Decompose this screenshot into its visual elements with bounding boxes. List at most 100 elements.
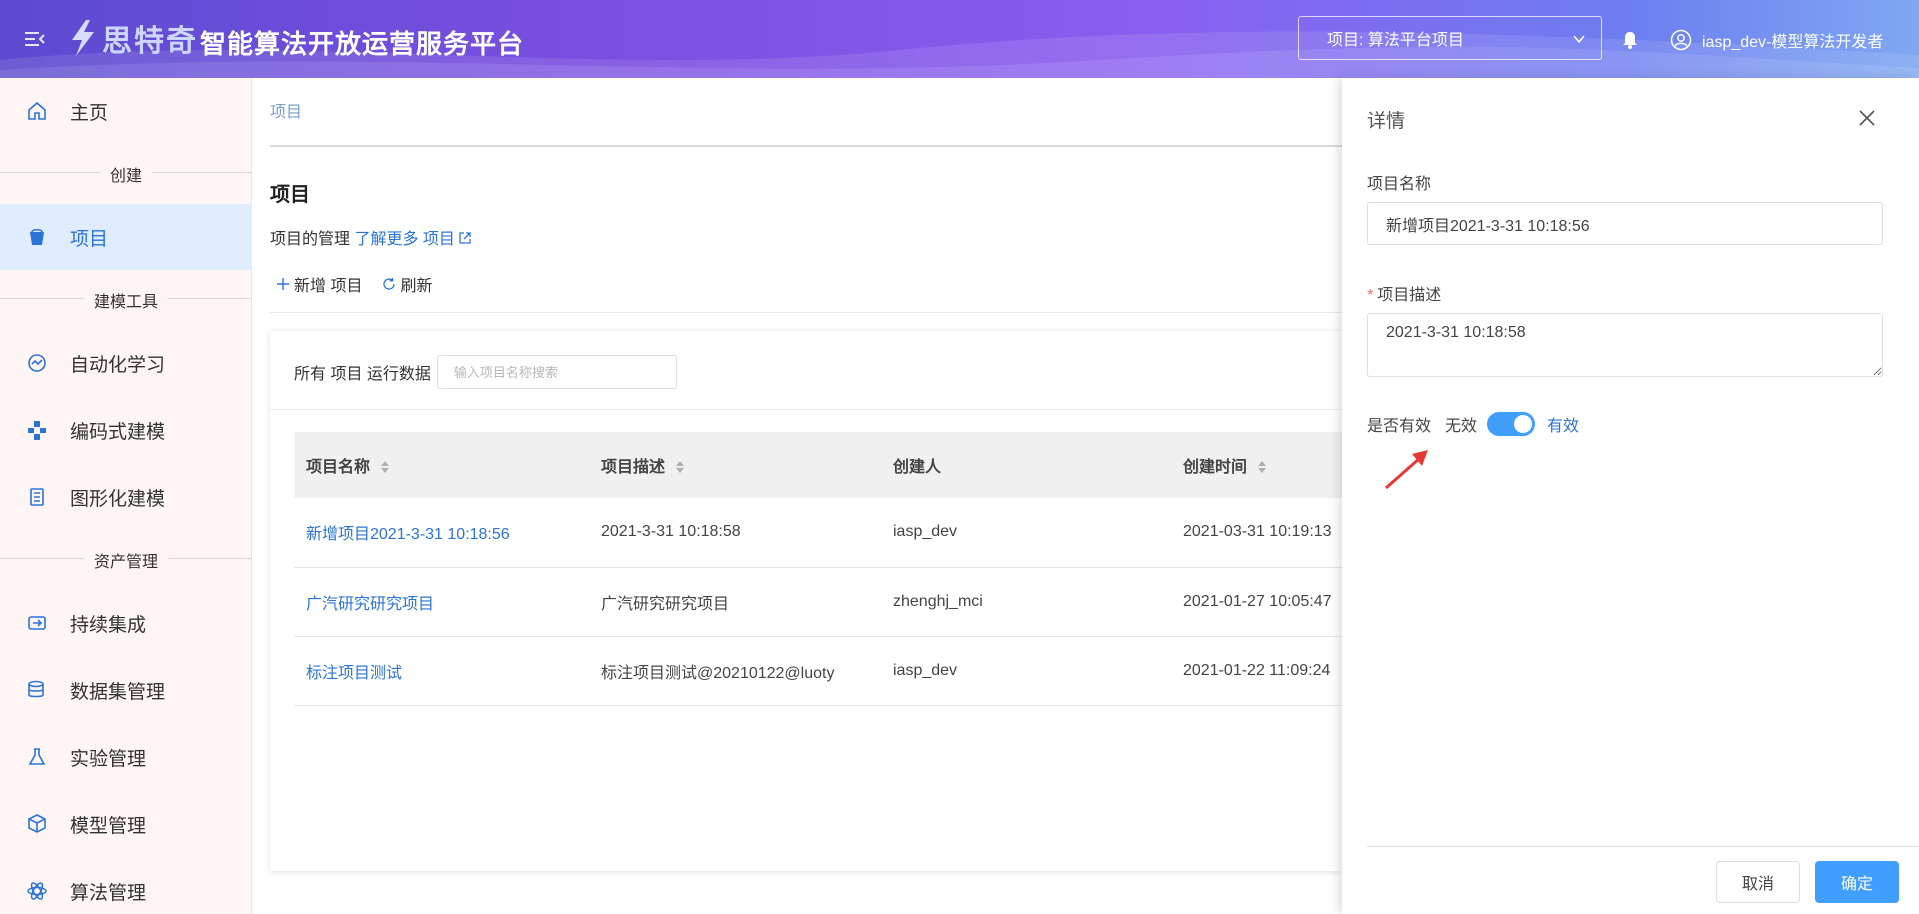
bucket-icon <box>30 228 44 245</box>
column-header-time[interactable]: 创建时间 <box>1171 432 1342 498</box>
atom-icon <box>27 882 47 900</box>
cancel-button[interactable]: 取消 <box>1716 861 1800 903</box>
confirm-button[interactable]: 确定 <box>1815 861 1899 903</box>
drawer-title: 详情 <box>1367 111 1406 132</box>
table-header-row: 项目名称 项目描述 创建人 创建时间 <box>294 432 1342 498</box>
home-icon <box>28 101 46 120</box>
lightning-logo-icon <box>72 20 94 56</box>
automl-icon <box>28 354 46 372</box>
database-icon <box>28 680 44 698</box>
learn-more-link[interactable]: 了解更多 项目 <box>354 231 471 248</box>
search-input[interactable] <box>436 355 677 389</box>
sidebar-item-label: 自动化学习 <box>70 354 166 376</box>
project-select-value: 项目: 算法平台项目 <box>1327 32 1464 49</box>
top-header: 思特奇 智能算法开放运营服务平台 项目: 算法平台项目 iasp_dev-模型算… <box>0 0 1919 78</box>
project-desc-cell: 标注项目测试@20210122@luoty <box>601 664 835 682</box>
valid-switch-row: 是否有效 无效 有效 <box>1367 412 1579 436</box>
platform-title: 智能算法开放运营服务平台 <box>200 29 525 59</box>
flask-icon <box>28 748 46 765</box>
sidebar-item-experiment[interactable]: 实验管理 <box>0 724 252 790</box>
user-menu[interactable]: iasp_dev-模型算法开发者 <box>1670 28 1883 52</box>
page-description-text: 项目的管理 <box>270 231 351 248</box>
project-table-card: 所有 项目 运行数据 项目名称 项目描述 创建人 创建时间 新增项目2021-3… <box>270 331 1342 871</box>
code-modeling-icon <box>28 421 46 440</box>
chevron-down-icon <box>1573 35 1585 44</box>
sidebar-item-label: 主页 <box>70 102 109 124</box>
sidebar: 主页 创建 项目 建模工具 自动化学习 编码式建模 图形化建模 资产管理 持续集… <box>0 78 252 914</box>
sort-icon <box>1258 461 1267 473</box>
sort-icon <box>676 461 685 473</box>
sidebar-item-label: 项目 <box>70 228 109 250</box>
close-icon[interactable] <box>1857 108 1877 128</box>
card-divider <box>270 409 1342 410</box>
required-mark: * <box>1367 287 1374 304</box>
sidebar-item-project[interactable]: 项目 <box>0 204 252 270</box>
document-icon <box>30 488 44 506</box>
section-label-create: 创建 <box>0 162 252 185</box>
page-title: 项目 <box>270 184 310 206</box>
valid-toggle-switch[interactable] <box>1487 412 1536 436</box>
sidebar-item-graph-modeling[interactable]: 图形化建模 <box>0 464 252 530</box>
project-name-label: 项目名称 <box>1367 176 1432 193</box>
external-link-icon <box>459 232 471 244</box>
bell-icon[interactable] <box>1620 30 1640 50</box>
sidebar-item-automl[interactable]: 自动化学习 <box>0 330 252 396</box>
section-label-assets: 资产管理 <box>0 548 252 571</box>
annotation-arrow-icon <box>1385 450 1428 490</box>
project-table: 项目名称 项目描述 创建人 创建时间 新增项目2021-3-31 10:18:5… <box>294 432 1342 706</box>
project-desc-label: * 项目描述 <box>1367 287 1442 304</box>
add-project-button[interactable]: 新增 项目 <box>276 272 362 296</box>
sidebar-item-label: 实验管理 <box>70 748 147 770</box>
project-desc-textarea[interactable]: 2021-3-31 10:18:58 <box>1367 313 1883 377</box>
project-name-link[interactable]: 新增项目2021-3-31 10:18:56 <box>294 498 589 567</box>
brand-logo: 思特奇 <box>66 16 198 60</box>
switch-knob <box>1514 415 1533 433</box>
project-time-cell: 2021-01-27 10:05:47 <box>1183 592 1332 610</box>
sidebar-item-label: 持续集成 <box>70 614 147 636</box>
valid-label: 是否有效 <box>1367 418 1432 435</box>
project-name-link[interactable]: 标注项目测试 <box>294 636 589 705</box>
project-name-input[interactable] <box>1367 202 1883 245</box>
sidebar-item-algorithm[interactable]: 算法管理 <box>0 858 252 914</box>
main-content: 项目 项目 项目的管理 了解更多 项目 新增 项目 刷新 所有 项目 运行数据 … <box>252 78 1342 914</box>
column-header-name[interactable]: 项目名称 <box>294 432 589 498</box>
project-time-cell: 2021-01-22 11:09:24 <box>1183 661 1331 679</box>
sidebar-item-home[interactable]: 主页 <box>0 78 252 144</box>
card-title: 所有 项目 运行数据 <box>294 366 431 383</box>
sidebar-item-label: 算法管理 <box>70 882 147 904</box>
integration-icon <box>28 616 46 630</box>
column-header-desc[interactable]: 项目描述 <box>589 432 881 498</box>
sidebar-item-dataset[interactable]: 数据集管理 <box>0 657 252 723</box>
project-time-cell: 2021-03-31 10:19:13 <box>1183 523 1332 541</box>
table-row: 新增项目2021-3-31 10:18:56 2021-3-31 10:18:5… <box>294 498 1342 567</box>
project-desc-cell: 2021-3-31 10:18:58 <box>601 523 741 541</box>
project-select[interactable]: 项目: 算法平台项目 <box>1298 16 1602 60</box>
menu-toggle-icon[interactable] <box>24 28 46 50</box>
card-header: 所有 项目 运行数据 <box>294 355 677 389</box>
table-row: 标注项目测试 标注项目测试@20210122@luoty iasp_dev 20… <box>294 636 1342 705</box>
project-name-link[interactable]: 广汽研究研究项目 <box>294 567 589 636</box>
sidebar-item-code-modeling[interactable]: 编码式建模 <box>0 397 252 463</box>
toolbar: 新增 项目 刷新 <box>276 272 452 296</box>
sort-icon <box>381 461 390 473</box>
breadcrumb[interactable]: 项目 <box>270 98 302 122</box>
brand-name: 思特奇 <box>102 25 198 58</box>
cube-icon <box>28 814 46 833</box>
sidebar-item-label: 数据集管理 <box>70 681 166 703</box>
sidebar-item-ci[interactable]: 持续集成 <box>0 590 252 656</box>
sidebar-item-model[interactable]: 模型管理 <box>0 791 252 857</box>
refresh-button[interactable]: 刷新 <box>382 272 432 296</box>
user-avatar-icon <box>1670 29 1692 51</box>
switch-on-label: 有效 <box>1547 418 1580 435</box>
project-desc-cell: 广汽研究研究项目 <box>601 595 730 613</box>
project-creator-cell: zhenghj_mci <box>893 592 983 610</box>
refresh-icon <box>383 278 396 290</box>
sidebar-item-label: 编码式建模 <box>70 421 166 443</box>
drawer-footer-divider <box>1367 846 1919 847</box>
plus-icon <box>277 278 289 290</box>
breadcrumb-divider <box>270 145 1342 147</box>
page-description: 项目的管理 了解更多 项目 <box>270 225 472 249</box>
project-creator-cell: iasp_dev <box>893 661 958 679</box>
user-name: iasp_dev-模型算法开发者 <box>1702 34 1884 51</box>
column-header-creator: 创建人 <box>893 459 942 476</box>
